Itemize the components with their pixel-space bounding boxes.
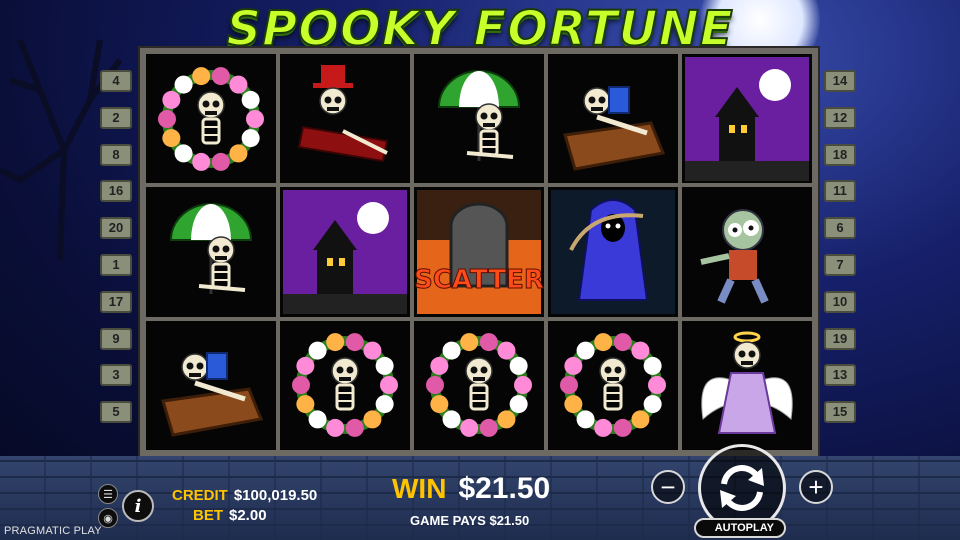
scatter-label: SCATTER (414, 264, 544, 295)
reel-cell (682, 187, 812, 317)
zombie-symbol (700, 208, 769, 304)
payline-marker: 4 (100, 70, 132, 92)
win-label: WIN (392, 473, 447, 504)
payline-marker: 5 (100, 401, 132, 424)
reel-cell (280, 187, 410, 317)
skeleton-coffin-symbol (161, 352, 264, 438)
reel-cell (548, 54, 678, 184)
skeleton-wreath-symbol (292, 333, 398, 438)
skeleton-coffin-symbol (563, 85, 666, 171)
payline-marker: 8 (100, 143, 132, 166)
reel-cell (280, 54, 410, 184)
payline-marker: 15 (824, 401, 856, 424)
paylines-left: 4 2 8 16 20 1 17 9 3 5 (100, 70, 136, 438)
payline-marker: 20 (100, 217, 132, 240)
autoplay-button[interactable]: AUTOPLAY (694, 518, 786, 538)
payline-marker: 1 (100, 253, 132, 276)
win-value: $21.50 (458, 472, 551, 505)
credit-label: CREDIT (172, 487, 228, 504)
bet-display: BET $2.00 (193, 507, 267, 524)
payline-marker: 6 (824, 217, 856, 240)
payline-marker: 18 (824, 143, 856, 166)
payline-marker: 10 (824, 290, 856, 313)
win-display: WIN $21.50 (392, 472, 550, 506)
provider-label: PRAGMATIC PLAY (4, 525, 102, 537)
increase-bet-button[interactable]: + (799, 470, 833, 504)
payline-marker: 3 (100, 364, 132, 387)
grim-reaper-symbol (551, 189, 675, 314)
payline-marker: 9 (100, 327, 132, 350)
menu-button[interactable]: ☰ (98, 484, 118, 504)
payline-marker: 19 (824, 327, 856, 350)
payline-marker: 7 (824, 253, 856, 276)
reel-cell (146, 320, 276, 450)
payline-marker: 17 (100, 290, 132, 313)
reel-cell (682, 320, 812, 450)
reel-cell (146, 187, 276, 317)
payline-marker: 12 (824, 106, 856, 129)
reel-cell (414, 320, 544, 450)
skeleton-wreath-symbol (158, 66, 264, 171)
haunted-house-symbol (685, 56, 809, 181)
reel-grid: SCATTER (146, 54, 812, 450)
credit-display: CREDIT $100,019.50 (172, 487, 317, 504)
credit-value: $100,019.50 (233, 487, 318, 504)
reel-cell (548, 187, 678, 317)
reel-cell (146, 54, 276, 184)
game-pays-text: GAME PAYS $21.50 (410, 513, 530, 528)
paylines-right: 14 12 18 11 6 7 10 19 13 15 (824, 70, 860, 438)
scatter-tombstone-symbol (417, 189, 541, 314)
payline-marker: 13 (824, 364, 856, 387)
skeleton-wreath-symbol (426, 333, 532, 438)
spin-arrows-icon (720, 465, 764, 511)
reel-cell (682, 54, 812, 184)
skeleton-umbrella-symbol (437, 69, 521, 161)
bet-label: BET (193, 507, 223, 524)
reel-cell (414, 54, 544, 184)
payline-marker: 2 (100, 106, 132, 129)
info-button[interactable]: i (122, 490, 154, 522)
skeleton-wreath-symbol (560, 333, 666, 438)
decrease-bet-button[interactable]: − (651, 470, 685, 504)
skeleton-umbrella-symbol (169, 202, 253, 294)
reel-cell (548, 320, 678, 450)
skeleton-angel-symbol (701, 331, 793, 435)
haunted-house-symbol (283, 189, 407, 314)
skeleton-top-hat-symbol (297, 64, 389, 162)
reel-cell (280, 320, 410, 450)
payline-marker: 16 (100, 180, 132, 203)
bet-value: $2.00 (229, 507, 267, 524)
payline-marker: 11 (824, 180, 856, 203)
payline-marker: 14 (824, 70, 856, 92)
reel-cell: SCATTER (414, 187, 544, 317)
